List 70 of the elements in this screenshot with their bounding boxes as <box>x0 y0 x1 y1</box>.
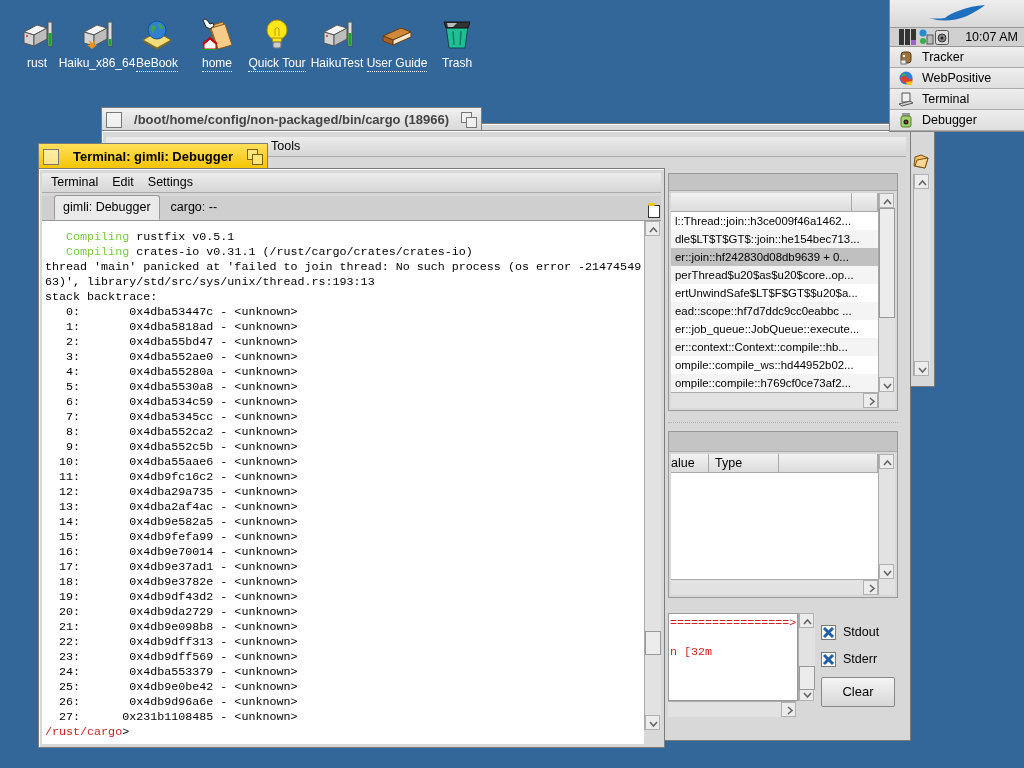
console-line: =================> <box>670 616 797 631</box>
terminal-line: 3: 0x4dba552ae0 - <unknown> <box>65 350 299 365</box>
terminal-line: 9: 0x4dba552c5b - <unknown> <box>65 440 299 455</box>
window-title: Terminal: gimli: Debugger <box>71 147 235 166</box>
terminal-line: 13: 0x4dba2af4ac - <unknown> <box>58 500 299 515</box>
icon-label[interactable]: Trash <box>441 56 473 71</box>
terminal-line: Compiling crates-io v0.31.1 (/rust/cargo/crates/crates-io) <box>65 245 474 260</box>
stack-frame-row[interactable]: perThread$u20$as$u20$core..op... <box>671 266 878 284</box>
terminal-line: 17: 0x4db9e37ad1 - <unknown> <box>58 560 299 575</box>
column-header[interactable]: alue <box>671 454 709 473</box>
terminal-line: 23: 0x4db9dff569 - <unknown> <box>58 650 299 665</box>
terminal-line: 12: 0x4dba29a735 - <unknown> <box>58 485 299 500</box>
terminal-line: 5: 0x4dba5530a8 - <unknown> <box>65 380 299 395</box>
clock[interactable]: 10:07 AM <box>965 27 1018 47</box>
column-header[interactable]: Type <box>709 454 779 473</box>
window-tab[interactable]: Terminal: gimli: Debugger <box>38 143 268 169</box>
terminal-line: 6: 0x4dba534c59 - <unknown> <box>65 395 299 410</box>
terminal-line: 27: 0x231b1108485 - <unknown> <box>58 710 299 725</box>
terminal-line: stack backtrace: <box>45 290 159 305</box>
deskbar-item[interactable]: Debugger <box>890 110 1024 131</box>
terminal-line: Compiling rustfix v0.5.1 <box>65 230 236 245</box>
terminal-line: 0: 0x4dba53447c - <unknown> <box>65 305 299 320</box>
tab[interactable]: gimli: Debugger <box>54 195 160 220</box>
menu-item[interactable]: Terminal <box>46 173 104 192</box>
terminal-line: 20: 0x4db9da2729 - <unknown> <box>58 605 299 620</box>
terminal-line: 26: 0x4db9d96a6e - <unknown> <box>58 695 299 710</box>
deskbar-item[interactable]: WebPositive <box>890 68 1024 89</box>
menu-item[interactable]: Settings <box>142 173 198 192</box>
tab[interactable]: cargo: -- <box>161 195 227 220</box>
terminal-line: 63)', library/std/src/sys/unix/thread.rs:193:13 <box>45 275 376 290</box>
icon-label[interactable]: home <box>202 56 232 72</box>
icon-label[interactable]: rust <box>27 56 47 71</box>
icon-label[interactable]: Quick Tour <box>248 56 306 72</box>
terminal-line: 10: 0x4dba55aae6 - <unknown> <box>58 455 299 470</box>
terminal-line: 1: 0x4dba5818ad - <unknown> <box>65 320 299 335</box>
terminal-line: thread 'main' panicked at 'failed to join thread: No such process (os error -21474549 <box>45 260 643 275</box>
menu-item[interactable]: Tools <box>266 137 306 156</box>
terminal-line: 22: 0x4db9dff313 - <unknown> <box>58 635 299 650</box>
terminal-line: 7: 0x4dba5345cc - <unknown> <box>65 410 299 425</box>
terminal-line: 25: 0x4db9e0be42 - <unknown> <box>58 680 299 695</box>
console-line: n [32m <box>670 645 714 660</box>
stack-frame-row[interactable]: er::context::Context::compile::hb... <box>671 338 878 356</box>
icon-label[interactable]: User Guide <box>366 56 428 72</box>
deskbar-item[interactable]: Tracker <box>890 47 1024 68</box>
terminal-prompt: /rust/cargo> <box>45 725 131 740</box>
terminal-line: 19: 0x4db9df43d2 - <unknown> <box>58 590 299 605</box>
stack-frame-row[interactable]: er::join::hf242830d08db9639 + 0... <box>671 248 878 266</box>
checkbox-label: Stdout <box>843 624 880 641</box>
menu-item[interactable]: Edit <box>107 173 139 192</box>
stack-frame-row[interactable]: ead::scope::hf7d7ddc9cc0eabbc ... <box>671 302 878 320</box>
terminal-line: 18: 0x4db9e3782e - <unknown> <box>58 575 299 590</box>
terminal-line: 14: 0x4db9e582a5 - <unknown> <box>58 515 299 530</box>
window-tab[interactable]: /boot/home/config/non-packaged/bin/cargo (18966) <box>101 107 482 131</box>
terminal-line: 21: 0x4db9e098b8 - <unknown> <box>58 620 299 635</box>
stack-frame-row[interactable]: dle$LT$T$GT$::join::he154bec713... <box>671 230 878 248</box>
terminal-line: 4: 0x4dba55280a - <unknown> <box>65 365 299 380</box>
stack-frame-row[interactable]: ompile::compile::h769cf0ce73af2... <box>671 374 878 392</box>
window-title: /boot/home/config/non-packaged/bin/cargo (18966) <box>133 110 450 129</box>
icon-label[interactable]: Haiku_x86_64 <box>58 56 136 71</box>
checkbox-label: Stderr <box>843 650 878 668</box>
terminal-line: 11: 0x4db9fc16c2 - <unknown> <box>58 470 299 485</box>
deskbar-item[interactable]: Terminal <box>890 89 1024 110</box>
terminal-line: 15: 0x4db9fefa99 - <unknown> <box>58 530 299 545</box>
clear-button[interactable]: Clear <box>821 676 895 707</box>
terminal-line: 16: 0x4db9e70014 - <unknown> <box>58 545 299 560</box>
terminal-line: 24: 0x4dba553379 - <unknown> <box>58 665 299 680</box>
terminal-line: 8: 0x4dba552ca2 - <unknown> <box>65 425 299 440</box>
icon-label[interactable]: BeBook <box>136 56 178 72</box>
terminal-line: 2: 0x4dba55bd47 - <unknown> <box>65 335 299 350</box>
icon-label[interactable]: HaikuTest <box>310 56 364 71</box>
